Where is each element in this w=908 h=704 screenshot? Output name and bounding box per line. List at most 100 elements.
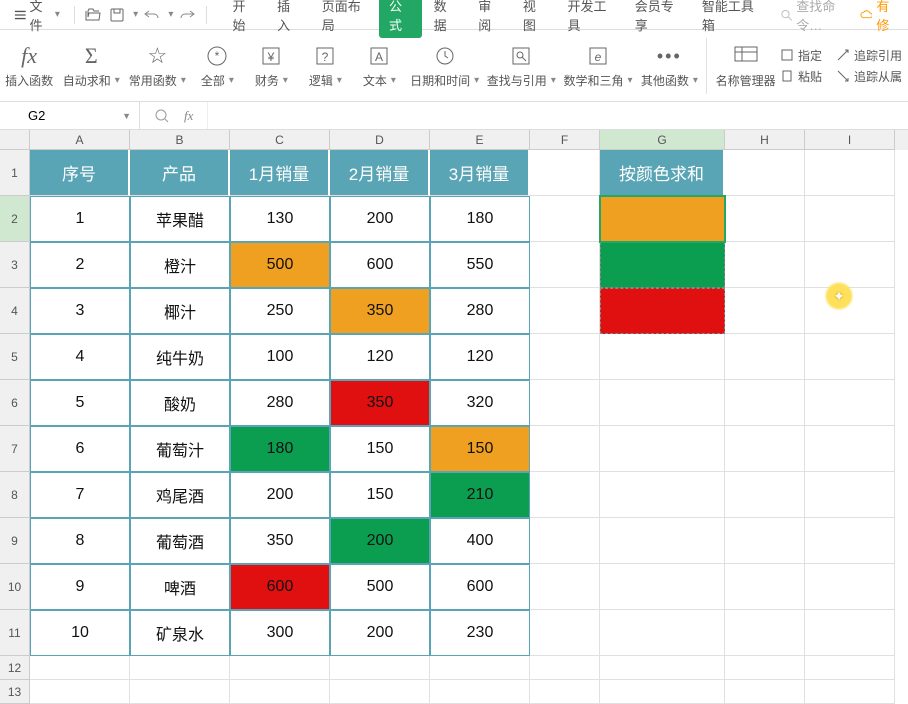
cell-H2[interactable] bbox=[725, 196, 805, 242]
col-header-H[interactable]: H bbox=[725, 130, 805, 150]
cell-D9[interactable]: 200 bbox=[330, 518, 430, 564]
cell-A5[interactable]: 4 bbox=[30, 334, 130, 380]
cell-E3[interactable]: 550 bbox=[430, 242, 530, 288]
tab-data[interactable]: 数据 bbox=[424, 0, 467, 38]
row-header-7[interactable]: 7 bbox=[0, 426, 30, 472]
row-header-5[interactable]: 5 bbox=[0, 334, 30, 380]
cell-I6[interactable] bbox=[805, 380, 895, 426]
cells-area[interactable]: 序号产品1月销量2月销量3月销量1苹果醋1302001802橙汁50060055… bbox=[30, 150, 895, 704]
cell-C10[interactable]: 600 bbox=[230, 564, 330, 610]
cell-F7[interactable] bbox=[530, 426, 600, 472]
cell-B3[interactable]: 橙汁 bbox=[130, 242, 230, 288]
tab-tools[interactable]: 智能工具箱 bbox=[692, 0, 769, 38]
cell-F8[interactable] bbox=[530, 472, 600, 518]
cell-C5[interactable]: 100 bbox=[230, 334, 330, 380]
btn-datetime[interactable]: 日期和时间▾ bbox=[406, 40, 483, 91]
btn-text[interactable]: A 文本▾ bbox=[352, 40, 406, 91]
btn-trace-dep[interactable]: 追踪从属 bbox=[836, 68, 902, 85]
cell-I5[interactable] bbox=[805, 334, 895, 380]
row-header-12[interactable]: 12 bbox=[0, 656, 30, 680]
cell-H3[interactable] bbox=[725, 242, 805, 288]
cell-G10[interactable] bbox=[600, 564, 725, 610]
col-header-A[interactable]: A bbox=[30, 130, 130, 150]
cell-I7[interactable] bbox=[805, 426, 895, 472]
cell-H12[interactable] bbox=[725, 656, 805, 680]
cell-B13[interactable] bbox=[130, 680, 230, 704]
cell-A7[interactable]: 6 bbox=[30, 426, 130, 472]
col-header-D[interactable]: D bbox=[330, 130, 430, 150]
cell-B11[interactable]: 矿泉水 bbox=[130, 610, 230, 656]
cell-F4[interactable] bbox=[530, 288, 600, 334]
cell-A4[interactable]: 3 bbox=[30, 288, 130, 334]
row-header-8[interactable]: 8 bbox=[0, 472, 30, 518]
cell-B9[interactable]: 葡萄酒 bbox=[130, 518, 230, 564]
tab-start[interactable]: 开始 bbox=[223, 0, 266, 38]
btn-autosum[interactable]: Σ 自动求和▾ bbox=[58, 40, 124, 91]
cell-I13[interactable] bbox=[805, 680, 895, 704]
cell-A11[interactable]: 10 bbox=[30, 610, 130, 656]
cell-F11[interactable] bbox=[530, 610, 600, 656]
cell-B10[interactable]: 啤酒 bbox=[130, 564, 230, 610]
menu-file[interactable]: 文件 ▾ bbox=[8, 0, 66, 36]
cell-I10[interactable] bbox=[805, 564, 895, 610]
col-header-B[interactable]: B bbox=[130, 130, 230, 150]
cell-F3[interactable] bbox=[530, 242, 600, 288]
row-header-6[interactable]: 6 bbox=[0, 380, 30, 426]
col-header-I[interactable]: I bbox=[805, 130, 895, 150]
btn-common-fn[interactable]: ☆ 常用函数▾ bbox=[124, 40, 190, 91]
tab-view[interactable]: 视图 bbox=[513, 0, 556, 38]
cell-C1[interactable]: 1月销量 bbox=[230, 150, 330, 196]
cell-E11[interactable]: 230 bbox=[430, 610, 530, 656]
btn-lookup[interactable]: 查找与引用▾ bbox=[483, 40, 560, 91]
cell-G8[interactable] bbox=[600, 472, 725, 518]
cell-B5[interactable]: 纯牛奶 bbox=[130, 334, 230, 380]
btn-trace-ref[interactable]: 追踪引用 bbox=[836, 47, 902, 64]
btn-name-mgr[interactable]: 名称管理器 bbox=[711, 40, 780, 91]
cell-D1[interactable]: 2月销量 bbox=[330, 150, 430, 196]
command-search[interactable]: 查找命令… bbox=[780, 0, 855, 34]
row-header-13[interactable]: 13 bbox=[0, 680, 30, 704]
cell-A10[interactable]: 9 bbox=[30, 564, 130, 610]
cell-D11[interactable]: 200 bbox=[330, 610, 430, 656]
tab-review[interactable]: 审阅 bbox=[468, 0, 511, 38]
btn-other[interactable]: ••• 其他函数▾ bbox=[636, 40, 702, 91]
cell-G4[interactable] bbox=[600, 288, 725, 334]
zoom-icon[interactable] bbox=[154, 108, 170, 124]
cell-G2[interactable] bbox=[600, 196, 725, 242]
tab-dev[interactable]: 开发工具 bbox=[557, 0, 622, 38]
cell-F12[interactable] bbox=[530, 656, 600, 680]
row-header-1[interactable]: 1 bbox=[0, 150, 30, 196]
cell-H13[interactable] bbox=[725, 680, 805, 704]
cell-F10[interactable] bbox=[530, 564, 600, 610]
cell-E9[interactable]: 400 bbox=[430, 518, 530, 564]
cell-F2[interactable] bbox=[530, 196, 600, 242]
col-header-E[interactable]: E bbox=[430, 130, 530, 150]
cell-H1[interactable] bbox=[725, 150, 805, 196]
cell-C8[interactable]: 200 bbox=[230, 472, 330, 518]
cell-D7[interactable]: 150 bbox=[330, 426, 430, 472]
cell-A8[interactable]: 7 bbox=[30, 472, 130, 518]
cell-F9[interactable] bbox=[530, 518, 600, 564]
cell-H5[interactable] bbox=[725, 334, 805, 380]
tab-layout[interactable]: 页面布局 bbox=[312, 0, 377, 38]
row-header-9[interactable]: 9 bbox=[0, 518, 30, 564]
cell-G3[interactable] bbox=[600, 242, 725, 288]
cell-C13[interactable] bbox=[230, 680, 330, 704]
cell-F5[interactable] bbox=[530, 334, 600, 380]
cell-H4[interactable] bbox=[725, 288, 805, 334]
cell-B8[interactable]: 鸡尾酒 bbox=[130, 472, 230, 518]
col-header-G[interactable]: G bbox=[600, 130, 725, 150]
cell-E10[interactable]: 600 bbox=[430, 564, 530, 610]
cell-D6[interactable]: 350 bbox=[330, 380, 430, 426]
cell-D4[interactable]: 350 bbox=[330, 288, 430, 334]
tab-formula[interactable]: 公式 bbox=[379, 0, 422, 38]
cell-H7[interactable] bbox=[725, 426, 805, 472]
cell-H6[interactable] bbox=[725, 380, 805, 426]
cell-B1[interactable]: 产品 bbox=[130, 150, 230, 196]
cell-D5[interactable]: 120 bbox=[330, 334, 430, 380]
cell-C2[interactable]: 130 bbox=[230, 196, 330, 242]
btn-assign[interactable]: 指定 bbox=[780, 47, 822, 64]
cell-A1[interactable]: 序号 bbox=[30, 150, 130, 196]
save-icon[interactable] bbox=[107, 4, 127, 26]
cell-G7[interactable] bbox=[600, 426, 725, 472]
